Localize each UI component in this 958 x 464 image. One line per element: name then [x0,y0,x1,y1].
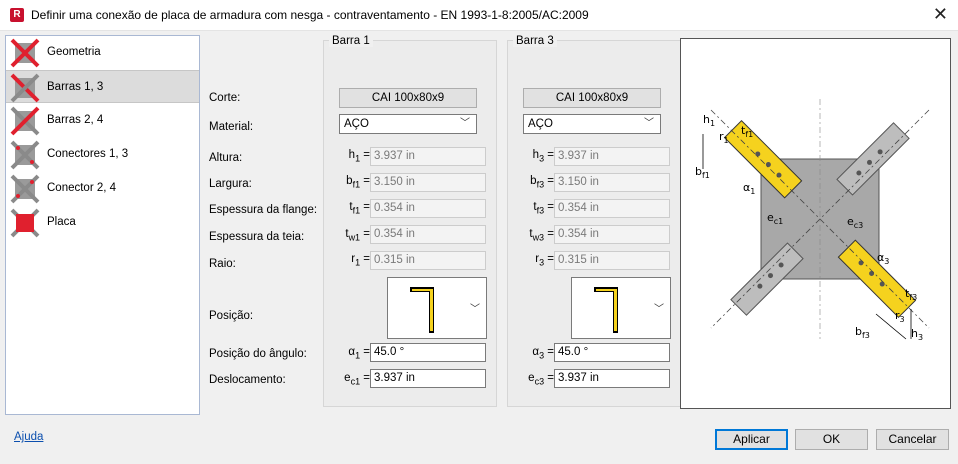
height-label: Altura: [209,152,243,164]
bar3-h-symbol: h3 = [532,149,554,164]
sidebar-item-label: Placa [47,216,76,228]
bar3-flange-field: 0.354 in [554,199,670,218]
position-label: Posição: [209,310,254,322]
chevron-down-icon: ﹀ [470,304,480,315]
bar1-material-value: AÇO [344,118,369,130]
app-icon: R [10,8,24,22]
bar3-web-field: 0.354 in [554,225,670,244]
members-1-3-icon [10,73,40,103]
plate-icon [10,208,40,238]
bar3-alpha-symbol: α3 = [532,346,554,361]
web-thickness-label: Espessura da teia: [209,231,305,243]
bar3-r-symbol: r3 = [535,253,554,268]
tf3-label: tf3 [905,287,917,302]
bar3-ec-symbol: ec3 = [528,372,554,387]
bf1-label: bf1 [695,165,710,180]
sidebar-item-barras-2-4[interactable]: Barras 2, 4 [6,104,199,137]
bar1-angle-field[interactable]: 45.0 ° [370,343,486,362]
window-title: Definir uma conexão de placa de armadura… [31,8,589,22]
bar3-height-field: 3.937 in [554,147,670,166]
bar1-ec-symbol: ec1 = [344,372,370,387]
sidebar-item-geometria[interactable]: Geometria [6,36,199,69]
bar3-bf-symbol: bf3 = [530,175,554,190]
cancel-button[interactable]: Cancelar [876,429,949,450]
bar1-section-button[interactable]: CAI 100x80x9 [339,88,477,108]
sidebar-item-label: Barras 1, 3 [47,81,104,93]
bar1-radius-field: 0.315 in [370,251,486,270]
close-icon[interactable]: ✕ [933,4,948,25]
chevron-down-icon: ﹀ [654,304,664,315]
ok-button[interactable]: OK [795,429,868,450]
h1-label: h1 [703,113,715,128]
bar1-width-field: 3.150 in [370,173,486,192]
bar1-bf-symbol: bf1 = [346,175,370,190]
sidebar-item-conector-2-4[interactable]: Conector 2, 4 [6,172,199,205]
bar1-position-select[interactable]: ﹀ [387,277,487,339]
alpha1-label: α1 [743,181,755,196]
bar3-position-select[interactable]: ﹀ [571,277,671,339]
sidebar-item-label: Barras 2, 4 [47,114,104,126]
sidebar-item-label: Conector 2, 4 [47,182,117,194]
members-2-4-icon [10,106,40,136]
bar1-material-select[interactable]: AÇO ﹀ [339,114,477,134]
sidebar-item-barras-1-3[interactable]: Barras 1, 3 [6,70,199,103]
apply-button[interactable]: Aplicar [715,429,788,450]
connectors-1-3-icon [10,140,40,170]
bar1-web-field: 0.354 in [370,225,486,244]
bar3-material-select[interactable]: AÇO ﹀ [523,114,661,134]
chevron-down-icon: ﹀ [644,118,654,129]
section-label: Corte: [209,92,241,104]
bar1-h-symbol: h1 = [348,149,370,164]
h3-label: h3 [911,327,923,342]
connection-diagram: h1 r1 tf1 bf1 α1 ec1 ec3 α3 tf3 r3 bf3 h… [695,99,930,342]
width-label: Largura: [209,178,252,190]
radius-label: Raio: [209,258,236,270]
sidebar-item-conectores-1-3[interactable]: Conectores 1, 3 [6,138,199,171]
bar3-radius-field: 0.315 in [554,251,670,270]
bar1-tf-symbol: tf1 = [349,201,370,216]
bar3-title: Barra 3 [513,35,557,47]
bar3-width-field: 3.150 in [554,173,670,192]
bar3-angle-field[interactable]: 45.0 ° [554,343,670,362]
bar1-offset-field[interactable]: 3.937 in [370,369,486,388]
angle-section-icon [410,287,434,333]
bar1-flange-field: 0.354 in [370,199,486,218]
bar1-height-field: 3.937 in [370,147,486,166]
angle-section-icon [594,287,618,333]
alpha3-label: α3 [877,251,889,266]
bar3-tf-symbol: tf3 = [533,201,554,216]
sidebar-item-label: Conectores 1, 3 [47,148,129,160]
bar3-material-value: AÇO [528,118,553,130]
bar1-r-symbol: r1 = [351,253,370,268]
offset-label: Deslocamento: [209,374,286,386]
material-label: Material: [209,121,254,133]
bar3-section-button[interactable]: CAI 100x80x9 [523,88,661,108]
connectors-2-4-icon [10,174,40,204]
help-link[interactable]: Ajuda [14,431,43,443]
sidebar-item-label: Geometria [47,46,101,58]
sidebar-item-placa[interactable]: Placa [6,206,199,239]
bf3-label: bf3 [855,325,870,340]
bar3-offset-field[interactable]: 3.937 in [554,369,670,388]
title-bar: R Definir uma conexão de placa de armadu… [0,0,958,31]
sidebar: Geometria Barras 1, 3 Barras 2, 4 Conect… [5,35,200,415]
r1-label: r1 [719,130,729,145]
bar1-title: Barra 1 [329,35,373,47]
bar3-tw-symbol: tw3 = [529,228,554,243]
angle-position-label: Posição do ângulo: [209,348,307,360]
flange-thickness-label: Espessura da flange: [209,204,318,216]
bar1-tw-symbol: tw1 = [345,228,370,243]
bar1-alpha-symbol: α1 = [348,346,370,361]
connection-preview: h1 r1 tf1 bf1 α1 ec1 ec3 α3 tf3 r3 bf3 h… [680,38,951,409]
geometry-icon [10,38,40,68]
chevron-down-icon: ﹀ [460,118,470,129]
